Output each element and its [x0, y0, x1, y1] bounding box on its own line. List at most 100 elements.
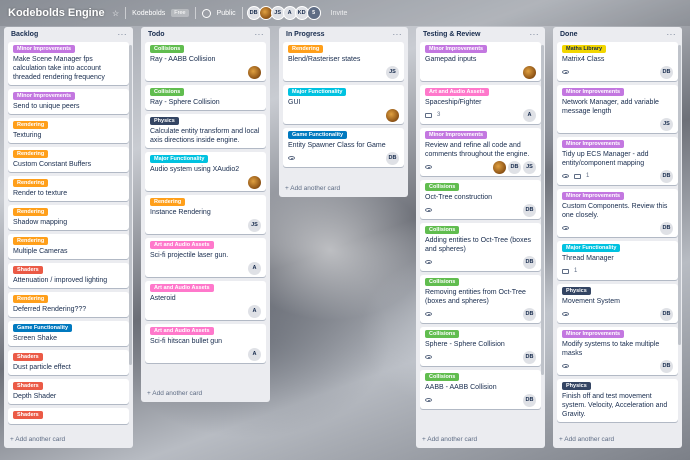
list-scrollbar[interactable]: [541, 45, 544, 375]
card[interactable]: Rendering Multiple Cameras: [8, 234, 129, 259]
card[interactable]: Game Functionality Entity Spawner Class f…: [283, 128, 404, 167]
member-avatar[interactable]: JS: [523, 160, 536, 174]
visibility-button[interactable]: Public: [217, 10, 236, 17]
list-menu-icon[interactable]: ···: [530, 30, 540, 39]
list-title[interactable]: In Progress: [286, 31, 325, 38]
card[interactable]: Maths Library Matrix4 Class DB: [557, 42, 678, 81]
card[interactable]: Physics Calculate entity transform and lo…: [145, 114, 266, 148]
card[interactable]: Collisions Sphere - Sphere Collision DB: [420, 327, 541, 366]
card-title: Ray - AABB Collision: [150, 56, 216, 63]
card[interactable]: Shaders Attenuation / improved lighting: [8, 263, 129, 288]
member-avatar[interactable]: A: [248, 347, 261, 361]
member-avatar[interactable]: JS: [248, 218, 261, 232]
card[interactable]: Major Functionality GUI: [283, 85, 404, 124]
list-scrollbar[interactable]: [129, 45, 132, 365]
member-avatar[interactable]: DB: [660, 65, 673, 79]
member-avatar[interactable]: DB: [523, 255, 536, 269]
member-avatar[interactable]: DB: [523, 350, 536, 364]
card[interactable]: Art and Audio Assets Sci-fi hitscan bulle…: [145, 324, 266, 363]
card[interactable]: Rendering Blend/Rasteriser states JS: [283, 42, 404, 81]
add-card-button[interactable]: + Add another card: [141, 385, 270, 402]
member-avatar[interactable]: A: [248, 261, 261, 275]
member-avatar[interactable]: [248, 65, 261, 79]
label-physics: Physics: [150, 117, 179, 125]
add-card-button[interactable]: + Add another card: [553, 431, 682, 448]
list-header: Done ···: [553, 27, 682, 42]
card[interactable]: Art and Audio Assets Spaceship/Fighter 3 A: [420, 85, 541, 124]
card[interactable]: Minor Improvements Custom Components. Rev…: [557, 189, 678, 237]
watch-icon: [562, 226, 569, 230]
list-menu-icon[interactable]: ···: [667, 30, 677, 39]
card[interactable]: Collisions Removing entities from Oct-Tre…: [420, 275, 541, 323]
card[interactable]: Art and Audio Assets Sci-fi projectile la…: [145, 238, 266, 277]
member-avatar[interactable]: [523, 65, 536, 79]
member-avatar[interactable]: DB: [523, 393, 536, 407]
card[interactable]: Collisions Adding entities to Oct-Tree (b…: [420, 223, 541, 271]
card[interactable]: Minor Improvements Make Scene Manager fps…: [8, 42, 129, 85]
add-card-button[interactable]: + Add another card: [279, 180, 408, 197]
card[interactable]: Minor Improvements Send to unique peers: [8, 89, 129, 114]
list-menu-icon[interactable]: ···: [255, 30, 265, 39]
card[interactable]: Major Functionality Thread Manager 1: [557, 241, 678, 280]
member-avatar[interactable]: DB: [523, 307, 536, 321]
workspace-name[interactable]: Kodebolds: [132, 10, 165, 17]
star-icon[interactable]: ☆: [112, 9, 119, 18]
list-title[interactable]: Testing & Review: [423, 31, 480, 38]
member-avatar[interactable]: JS: [386, 65, 399, 79]
card[interactable]: Major Functionality Audio system using XA…: [145, 152, 266, 191]
member-avatar[interactable]: [386, 108, 399, 122]
invite-button[interactable]: Invite: [331, 10, 348, 17]
card[interactable]: Minor Improvements Review and refine all …: [420, 128, 541, 176]
label-major-functionality: Major Functionality: [150, 155, 209, 163]
member-avatar[interactable]: DB: [508, 160, 521, 174]
card-badges-left: 1: [562, 268, 577, 274]
header-divider: [194, 7, 196, 19]
member-avatar[interactable]: DB: [660, 221, 673, 235]
board-title[interactable]: Kodebolds Engine: [8, 7, 106, 19]
card[interactable]: Collisions Ray - Sphere Collision: [145, 85, 266, 110]
card[interactable]: Rendering Deferred Rendering???: [8, 292, 129, 317]
card[interactable]: Physics Finish off and test movement syst…: [557, 379, 678, 422]
card-container: Maths Library Matrix4 Class DB Minor Improv…: [553, 42, 682, 431]
list-menu-icon[interactable]: ···: [118, 30, 128, 39]
card[interactable]: Physics Movement System DB: [557, 284, 678, 323]
member-avatar[interactable]: [493, 160, 506, 174]
member-avatar[interactable]: A: [523, 108, 536, 122]
card[interactable]: Collisions Ray - AABB Collision: [145, 42, 266, 81]
member-avatar[interactable]: JS: [660, 117, 673, 131]
card-badges: [150, 175, 261, 189]
card[interactable]: Minor Improvements Modify systems to take…: [557, 327, 678, 375]
card[interactable]: Rendering Shadow mapping: [8, 205, 129, 230]
card[interactable]: Collisions AABB - AABB Collision DB: [420, 370, 541, 409]
card[interactable]: Shaders Depth Shader: [8, 379, 129, 404]
card[interactable]: Minor Improvements Network Manager, add v…: [557, 85, 678, 133]
card[interactable]: Minor Improvements Gamepad inputs: [420, 42, 541, 81]
card[interactable]: Game Functionality Screen Shake: [8, 321, 129, 346]
card[interactable]: Art and Audio Assets Asteroid A: [145, 281, 266, 320]
member-avatar[interactable]: [248, 175, 261, 189]
list-title[interactable]: Done: [560, 31, 578, 38]
member-avatar[interactable]: DB: [523, 203, 536, 217]
card-badges: 3A: [425, 108, 536, 122]
card[interactable]: Shaders Dust particle effect: [8, 350, 129, 375]
member-avatar[interactable]: DB: [660, 359, 673, 373]
add-card-button[interactable]: + Add another card: [416, 431, 545, 448]
card-title: Instance Rendering: [150, 209, 211, 216]
list-title[interactable]: Todo: [148, 31, 165, 38]
list-title[interactable]: Backlog: [11, 31, 38, 38]
member-avatar[interactable]: DB: [386, 151, 399, 165]
card[interactable]: Rendering Instance Rendering JS: [145, 195, 266, 234]
list-menu-icon[interactable]: ···: [393, 30, 403, 39]
list-scrollbar[interactable]: [678, 45, 681, 345]
card[interactable]: Collisions Oct-Tree construction DB: [420, 180, 541, 219]
board-member-avatar[interactable]: 5: [306, 6, 321, 20]
card[interactable]: Minor Improvements Tidy up ECS Manager - …: [557, 137, 678, 185]
member-avatar[interactable]: DB: [660, 307, 673, 321]
member-avatar[interactable]: DB: [660, 169, 673, 183]
card[interactable]: Rendering Custom Constant Buffers: [8, 147, 129, 172]
card[interactable]: Shaders: [8, 408, 129, 424]
member-avatar[interactable]: A: [248, 304, 261, 318]
card[interactable]: Rendering Texturing: [8, 118, 129, 143]
add-card-button[interactable]: + Add another card: [4, 431, 133, 448]
card[interactable]: Rendering Render to texture: [8, 176, 129, 201]
